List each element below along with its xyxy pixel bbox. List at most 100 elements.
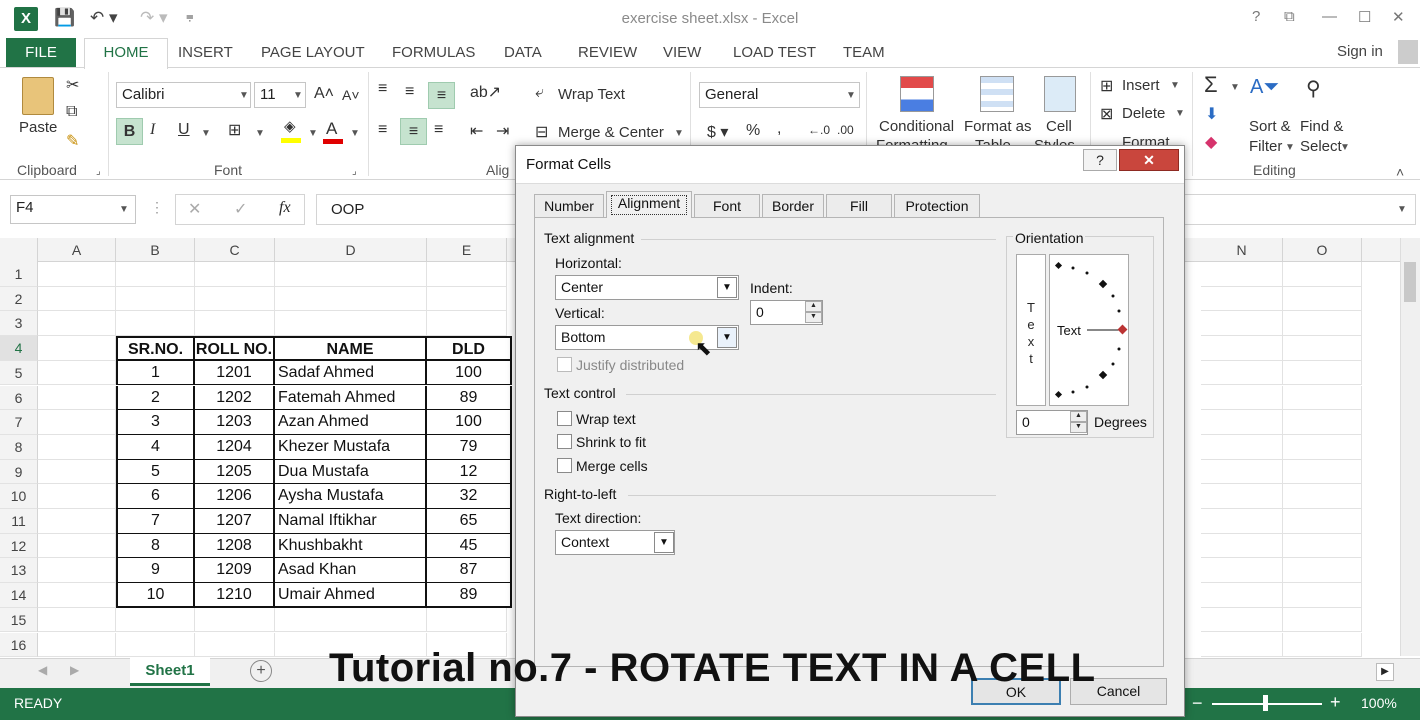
grid-cell[interactable]: [275, 286, 427, 312]
grid-cell[interactable]: [38, 385, 116, 411]
insert-cells-icon[interactable]: ⊞: [1100, 76, 1113, 96]
column-header[interactable]: O: [1283, 238, 1362, 262]
sheet-tab-sheet1[interactable]: Sheet1: [130, 658, 210, 686]
column-header[interactable]: D: [275, 238, 427, 262]
grid-cell[interactable]: [38, 459, 116, 485]
binoculars-icon[interactable]: ⚲: [1306, 76, 1321, 101]
column-header[interactable]: B: [116, 238, 195, 262]
font-launcher-icon[interactable]: ⌟: [352, 166, 357, 177]
row-header[interactable]: 12: [0, 533, 38, 559]
fill-color-icon[interactable]: ◈: [284, 117, 296, 135]
close-window-icon[interactable]: ✕: [1392, 8, 1405, 26]
percent-icon[interactable]: %: [746, 122, 760, 140]
scroll-left-icon[interactable]: ◀: [38, 663, 47, 677]
grid-cell[interactable]: [1283, 286, 1362, 312]
merge-cells-checkbox[interactable]: [557, 458, 572, 473]
grid-cell[interactable]: [38, 336, 116, 361]
degrees-up-icon[interactable]: ▲: [1070, 411, 1087, 422]
table-cell[interactable]: Azan Ahmed: [275, 410, 427, 435]
table-cell[interactable]: 1201: [195, 360, 275, 386]
grid-cell[interactable]: [427, 262, 507, 287]
tab-team[interactable]: TEAM: [843, 44, 885, 61]
grid-cell[interactable]: [1201, 360, 1283, 386]
table-cell[interactable]: Fatemah Ahmed: [275, 385, 427, 411]
fill-icon[interactable]: ⬇: [1205, 104, 1218, 124]
table-cell[interactable]: 1203: [195, 410, 275, 435]
table-header-cell[interactable]: SR.NO.: [116, 336, 195, 361]
grid-cell[interactable]: [1201, 583, 1283, 608]
grid-cell[interactable]: [1283, 336, 1362, 361]
grid-cell[interactable]: [195, 607, 275, 633]
paste-button[interactable]: Paste: [19, 119, 57, 136]
grid-cell[interactable]: [1201, 558, 1283, 584]
copy-icon[interactable]: ⧉: [66, 103, 77, 121]
tab-review[interactable]: REVIEW: [578, 44, 637, 61]
grid-cell[interactable]: [195, 311, 275, 337]
table-cell[interactable]: 65: [427, 509, 512, 534]
cut-icon[interactable]: ✂: [66, 75, 79, 95]
decrease-indent-icon[interactable]: ⇤: [470, 121, 483, 141]
delete-cells-button[interactable]: Delete: [1122, 105, 1165, 122]
horizontal-select[interactable]: Center: [555, 275, 739, 300]
grid-cell[interactable]: [1201, 410, 1283, 435]
grid-cell[interactable]: [275, 607, 427, 633]
degrees-down-icon[interactable]: ▼: [1070, 422, 1087, 433]
scroll-right-icon[interactable]: ▶: [70, 663, 79, 677]
autosum-icon[interactable]: Σ: [1204, 72, 1218, 98]
sign-in-link[interactable]: Sign in: [1337, 43, 1383, 60]
grid-cell[interactable]: [1283, 533, 1362, 559]
table-cell[interactable]: 5: [116, 459, 195, 485]
font-name-box[interactable]: Calibri: [116, 82, 251, 108]
grid-cell[interactable]: [38, 558, 116, 584]
table-cell[interactable]: 6: [116, 484, 195, 509]
format-as-table-button[interactable]: Format as: [964, 118, 1032, 135]
increase-decimal-icon[interactable]: ←.0: [808, 123, 830, 137]
grid-cell[interactable]: [1201, 434, 1283, 460]
table-cell[interactable]: 1202: [195, 385, 275, 411]
grid-cell[interactable]: [1201, 286, 1283, 312]
table-cell[interactable]: 8: [116, 533, 195, 559]
format-painter-icon[interactable]: ✎: [66, 131, 79, 151]
row-header[interactable]: 10: [0, 484, 38, 509]
table-cell[interactable]: 3: [116, 410, 195, 435]
table-cell[interactable]: 7: [116, 509, 195, 534]
vertical-scroll-thumb[interactable]: [1404, 262, 1416, 302]
row-header[interactable]: 1: [0, 262, 38, 287]
comma-icon[interactable]: ,: [777, 120, 781, 138]
table-cell[interactable]: Khezer Mustafa: [275, 434, 427, 460]
vertical-text-button[interactable]: T e x t: [1016, 254, 1046, 406]
grid-cell[interactable]: [1201, 311, 1283, 337]
chevron-down-icon[interactable]: ▼: [1175, 108, 1185, 119]
column-header[interactable]: A: [38, 238, 116, 262]
grid-cell[interactable]: [195, 286, 275, 312]
grid-cell[interactable]: [116, 311, 195, 337]
grid-cell[interactable]: [1283, 262, 1362, 287]
grid-cell[interactable]: [1201, 484, 1283, 509]
row-header[interactable]: 6: [0, 385, 38, 411]
conditional-formatting-button[interactable]: Conditional: [879, 118, 954, 135]
justify-distributed-checkbox[interactable]: [557, 357, 572, 372]
row-header[interactable]: 2: [0, 286, 38, 312]
cancel-formula-icon[interactable]: ✕: [188, 199, 201, 219]
chevron-down-icon[interactable]: ▼: [1340, 142, 1350, 153]
shrink-to-fit-checkbox[interactable]: [557, 434, 572, 449]
row-header[interactable]: 16: [0, 632, 38, 658]
table-cell[interactable]: 89: [427, 583, 512, 608]
tab-page-layout[interactable]: PAGE LAYOUT: [261, 44, 365, 61]
confirm-formula-icon[interactable]: ✓: [234, 199, 247, 219]
scroll-right-button[interactable]: ▶: [1376, 663, 1394, 681]
table-cell[interactable]: 89: [427, 385, 512, 411]
chevron-down-icon[interactable]: ▼: [239, 90, 249, 101]
cell-styles-icon[interactable]: [1044, 76, 1076, 112]
tab-load-test[interactable]: LOAD TEST: [733, 44, 816, 61]
name-box[interactable]: F4: [10, 195, 136, 224]
paste-icon[interactable]: [22, 77, 54, 115]
chevron-down-icon[interactable]: ▼: [674, 128, 684, 139]
number-format-box[interactable]: General: [699, 82, 860, 108]
clipboard-launcher-icon[interactable]: ⌟: [96, 166, 101, 177]
borders-icon[interactable]: ⊞: [228, 120, 241, 140]
chevron-down-icon[interactable]: ▼: [1230, 82, 1240, 93]
sort-filter-button[interactable]: Sort &: [1249, 118, 1291, 135]
table-cell[interactable]: Umair Ahmed: [275, 583, 427, 608]
sort-filter-icon[interactable]: A⏷: [1250, 76, 1279, 99]
